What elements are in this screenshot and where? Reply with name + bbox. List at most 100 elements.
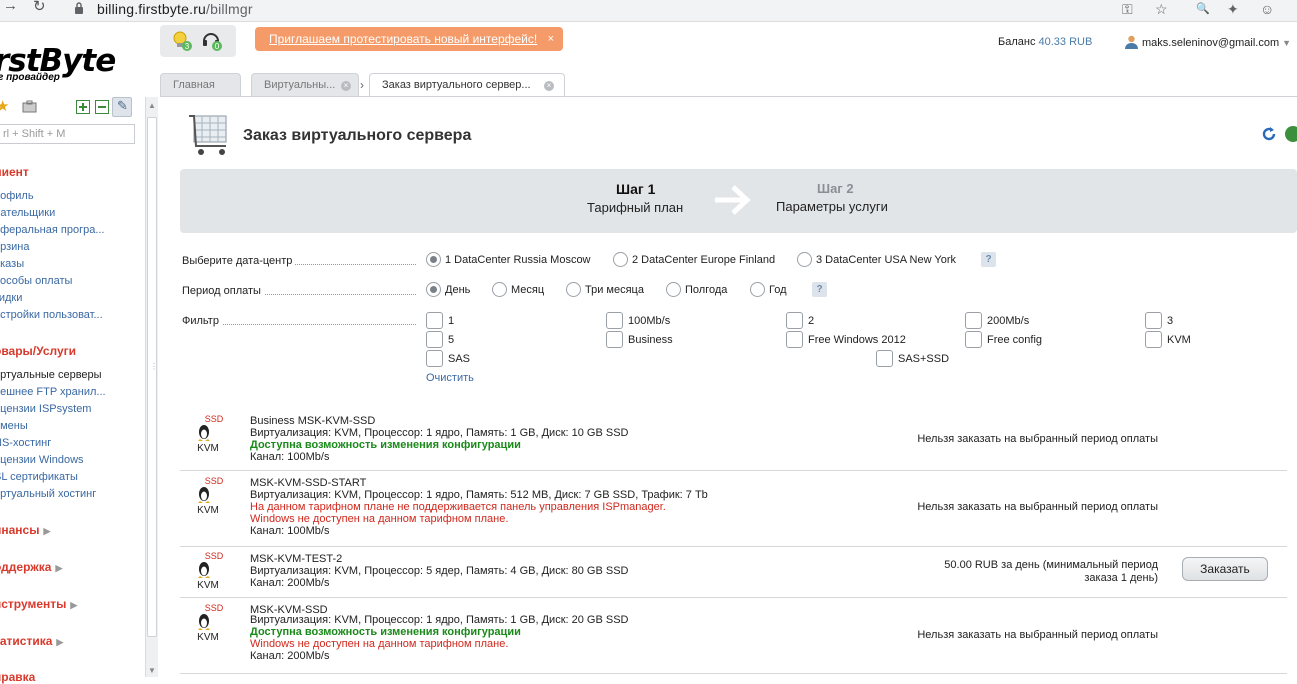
radio-period-year[interactable]: Год bbox=[750, 282, 787, 297]
menu-search-input[interactable]: rl + Shift + M bbox=[0, 124, 135, 144]
filter-checkbox-free-config[interactable]: Free config bbox=[965, 331, 1042, 348]
filter-checkbox-kvm[interactable]: KVM bbox=[1145, 331, 1191, 348]
expand-all-icon[interactable] bbox=[76, 100, 90, 114]
sidebar-item[interactable]: рофиль bbox=[0, 190, 34, 202]
plan-description: Виртуализация: KVM, Процессор: 1 ядро, П… bbox=[250, 614, 629, 626]
sidebar-item[interactable]: лательщики bbox=[0, 207, 55, 219]
key-icon[interactable]: ⚿ bbox=[1122, 1, 1133, 18]
sidebar-section-support[interactable]: оддержка▶ bbox=[0, 560, 62, 574]
user-icon bbox=[1125, 35, 1138, 49]
profile-avatar-icon[interactable]: ☺ bbox=[1260, 1, 1274, 17]
filter-checkbox-3[interactable]: 3 bbox=[1145, 312, 1173, 329]
filter-checkbox-100mb[interactable]: 100Mb/s bbox=[606, 312, 670, 329]
reload-icon[interactable]: ↻ bbox=[33, 0, 46, 15]
sidebar-item[interactable]: иртуальный хостинг bbox=[0, 488, 96, 500]
cart-icon bbox=[189, 115, 227, 155]
chevron-down-icon[interactable]: ▼ bbox=[1282, 38, 1291, 48]
sidebar-section-help[interactable]: правка bbox=[0, 670, 35, 684]
user-menu[interactable]: maks.seleninov@gmail.com ▼ bbox=[1125, 35, 1291, 49]
main-content: Заказ виртуального сервера Шаг 1 Тарифны… bbox=[160, 97, 1297, 677]
sidebar-item[interactable]: нешнее FTP хранил... bbox=[0, 386, 106, 398]
globe-icon[interactable] bbox=[1285, 126, 1297, 142]
tab-close-icon[interactable]: × bbox=[544, 81, 554, 91]
filter-checkbox-1[interactable]: 1 bbox=[426, 312, 454, 329]
tab-home[interactable]: Главная bbox=[160, 73, 241, 97]
collapse-all-icon[interactable] bbox=[95, 100, 109, 114]
sidebar-section-client[interactable]: лиент bbox=[0, 165, 29, 179]
radio-dc-newyork[interactable]: 3 DataCenter USA New York bbox=[797, 252, 956, 267]
filter-checkbox-2[interactable]: 2 bbox=[786, 312, 814, 329]
promo-close-button[interactable]: × bbox=[548, 27, 554, 51]
filter-checkbox-sas[interactable]: SAS bbox=[426, 350, 470, 367]
sidebar-item[interactable]: ицензии ISPsystem bbox=[0, 403, 91, 415]
tab-virtual[interactable]: Виртуальны... × bbox=[251, 73, 359, 97]
back-icon[interactable]: → bbox=[3, 0, 18, 14]
puzzle-icon[interactable]: ✦ bbox=[1227, 1, 1239, 18]
radio-dc-moscow[interactable]: 1 DataCenter Russia Moscow bbox=[426, 252, 591, 267]
clear-filter-link[interactable]: Очистить bbox=[426, 372, 474, 384]
lightbulb-notification-icon[interactable]: 3 bbox=[171, 30, 193, 52]
sidebar-item[interactable]: кидки bbox=[0, 292, 22, 304]
svg-text:KVM: KVM bbox=[197, 580, 219, 589]
sidebar-scrollbar[interactable]: ▲ ⋮ ▼ bbox=[145, 97, 158, 677]
sidebar-section-stats[interactable]: татистика▶ bbox=[0, 634, 63, 648]
sidebar-item[interactable]: омены bbox=[0, 420, 28, 432]
svg-text:KVM: KVM bbox=[197, 505, 219, 514]
sidebar-section-finance[interactable]: инансы▶ bbox=[0, 523, 50, 537]
scroll-thumb[interactable] bbox=[147, 117, 157, 637]
step1-subtitle: Тарифный план bbox=[587, 200, 684, 215]
sidebar-item[interactable]: пособы оплаты bbox=[0, 275, 72, 287]
sidebar-section-goods[interactable]: овары/Услуги bbox=[0, 344, 76, 358]
scroll-down-icon[interactable]: ▼ bbox=[148, 666, 156, 675]
sidebar-item[interactable]: аказы bbox=[0, 258, 24, 270]
filter-checkbox-free-windows[interactable]: Free Windows 2012 bbox=[786, 331, 906, 348]
filter-checkbox-200mb[interactable]: 200Mb/s bbox=[965, 312, 1029, 329]
plan-row[interactable]: SSD KVM MSK-KVM-SSD-START Виртуализация:… bbox=[180, 473, 1287, 547]
plan-name: MSK-KVM-TEST-2 bbox=[250, 553, 343, 565]
splitter-grip-icon[interactable]: ⋮ bbox=[150, 362, 158, 371]
help-icon[interactable]: ? bbox=[981, 252, 996, 267]
plan-row[interactable]: SSD KVM MSK-KVM-TEST-2 Виртуализация: KV… bbox=[180, 549, 1287, 598]
chevron-right-icon: ▶ bbox=[56, 637, 64, 647]
tab-close-icon[interactable]: × bbox=[341, 81, 351, 91]
star-icon[interactable]: ★ bbox=[0, 97, 9, 115]
balance-value[interactable]: 40.33 RUB bbox=[1039, 36, 1093, 48]
plan-status: Нельзя заказать на выбранный период опла… bbox=[917, 433, 1158, 445]
sidebar-item[interactable]: NS-хостинг bbox=[0, 437, 51, 449]
briefcase-icon[interactable] bbox=[22, 100, 37, 113]
help-icon[interactable]: ? bbox=[812, 282, 827, 297]
sidebar-item[interactable]: астройки пользоват... bbox=[0, 309, 103, 321]
filter-checkbox-business[interactable]: Business bbox=[606, 331, 673, 348]
sidebar-item[interactable]: орзина bbox=[0, 241, 30, 253]
sidebar-item-virtual-servers[interactable]: иртуальные серверы bbox=[0, 369, 102, 381]
sidebar-item[interactable]: еферальная програ... bbox=[0, 224, 104, 236]
radio-period-month[interactable]: Месяц bbox=[492, 282, 544, 297]
page-title: Заказ виртуального сервера bbox=[243, 127, 472, 144]
refresh-icon[interactable] bbox=[1261, 126, 1277, 142]
radio-dc-finland[interactable]: 2 DataCenter Europe Finland bbox=[613, 252, 775, 267]
promo-banner[interactable]: Приглашаем протестировать новый интерфей… bbox=[255, 27, 563, 51]
url-text[interactable]: billing.firstbyte.ru/billmgr bbox=[97, 1, 253, 17]
user-email[interactable]: maks.seleninov@gmail.com bbox=[1142, 37, 1279, 49]
tab-order[interactable]: Заказ виртуального сервер... × bbox=[369, 73, 565, 97]
sidebar-section-tools[interactable]: нструменты ▶ bbox=[0, 597, 77, 611]
pin-button[interactable]: ✎ bbox=[112, 97, 132, 117]
radio-period-3months[interactable]: Три месяца bbox=[566, 282, 644, 297]
radio-period-halfyear[interactable]: Полгода bbox=[666, 282, 727, 297]
datacenter-label: Выберите дата-центр bbox=[182, 255, 416, 267]
plan-warning: На данном тарифном плане не поддерживает… bbox=[250, 501, 666, 513]
filter-checkbox-sas-ssd[interactable]: SAS+SSD bbox=[876, 350, 949, 367]
order-button[interactable]: Заказать bbox=[1182, 557, 1268, 581]
search-extension-icon[interactable]: 🔍 bbox=[1196, 2, 1210, 15]
sidebar-item[interactable]: ицензии Windows bbox=[0, 454, 84, 466]
plan-row[interactable]: SSD KVM MSK-KVM-SSD Виртуализация: KVM, … bbox=[180, 600, 1287, 674]
promo-link[interactable]: Приглашаем протестировать новый интерфей… bbox=[269, 32, 537, 46]
chevron-right-icon: ▶ bbox=[55, 563, 63, 573]
plan-row[interactable]: SSD KVM Business MSK-KVM-SSD Виртуализац… bbox=[180, 411, 1287, 471]
radio-period-day[interactable]: День bbox=[426, 282, 470, 297]
filter-checkbox-5[interactable]: 5 bbox=[426, 331, 454, 348]
headset-notification-icon[interactable]: 0 bbox=[201, 30, 223, 52]
sidebar-item[interactable]: SL сертификаты bbox=[0, 471, 78, 483]
scroll-up-icon[interactable]: ▲ bbox=[148, 101, 156, 110]
star-icon[interactable]: ☆ bbox=[1155, 1, 1168, 18]
